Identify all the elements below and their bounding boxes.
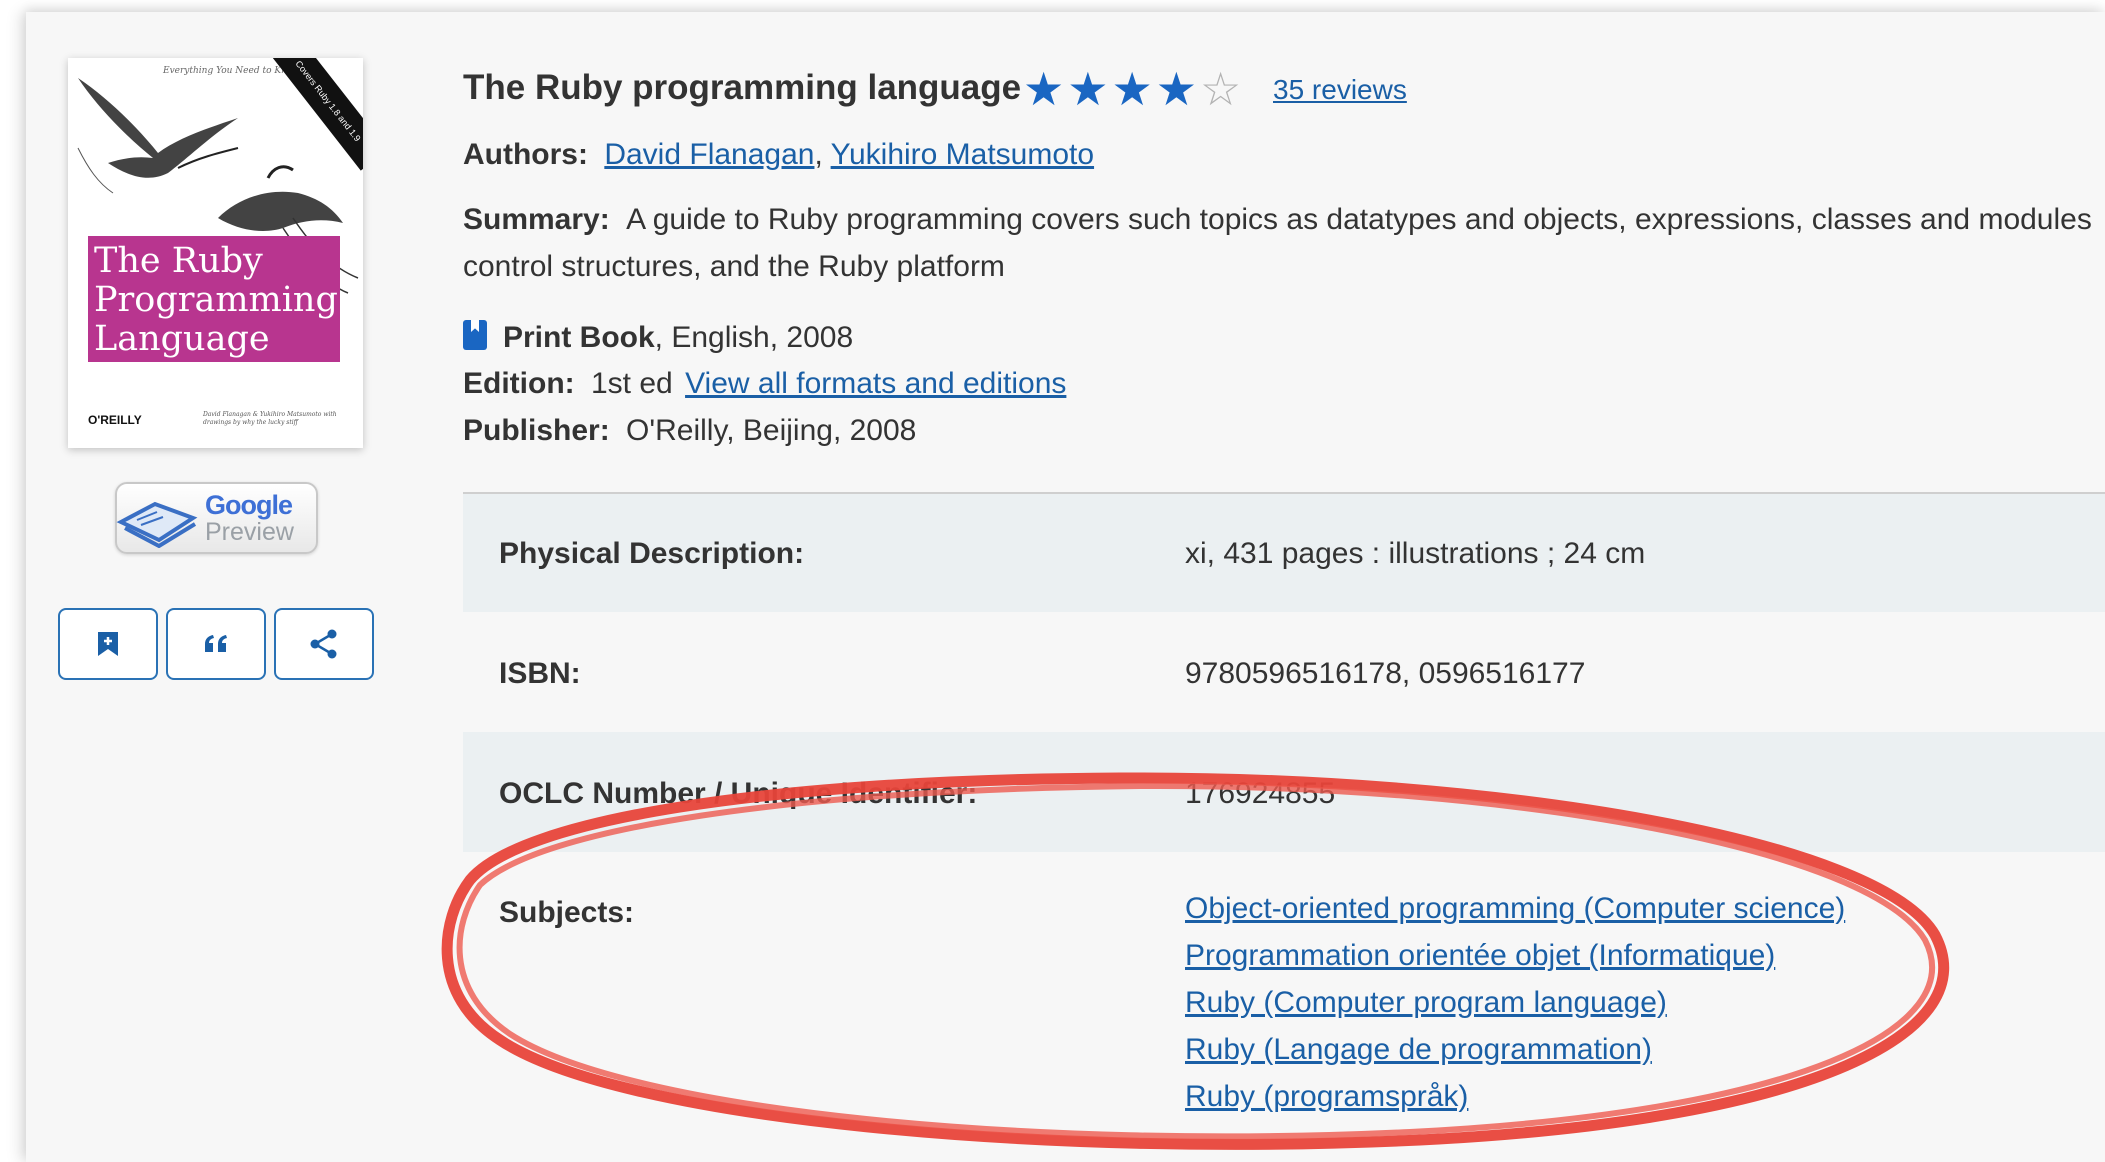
- book-title: The Ruby programming language: [463, 68, 1022, 107]
- cover-title-block: The Ruby Programming Language: [88, 236, 340, 362]
- share-button[interactable]: [274, 608, 374, 680]
- star-icon: ★: [1067, 63, 1112, 115]
- book-cover-image[interactable]: Everything You Need to Know Covers Ruby …: [68, 58, 363, 448]
- subject-link[interactable]: Ruby (programspråk): [1185, 1073, 1845, 1120]
- subject-link[interactable]: Programmation orientée objet (Informatiq…: [1185, 932, 1845, 979]
- subject-link[interactable]: Object-oriented programming (Computer sc…: [1185, 885, 1845, 932]
- publisher-label: Publisher:: [463, 414, 610, 447]
- isbn-label: ISBN:: [499, 657, 581, 690]
- reviews-link[interactable]: 35 reviews: [1273, 74, 1407, 106]
- publisher-value: O'Reilly, Beijing, 2008: [626, 414, 917, 447]
- oclc-label: OCLC Number / Unique Identifier:: [499, 777, 978, 810]
- star-icon: ★: [1111, 63, 1156, 115]
- subjects-row: Subjects: Object-oriented programming (C…: [463, 852, 2105, 1162]
- author-link[interactable]: Yukihiro Matsumoto: [831, 138, 1094, 171]
- physical-description-row: Physical Description: xi, 431 pages : il…: [463, 494, 2105, 612]
- star-empty-icon: ☆: [1200, 63, 1245, 115]
- star-rating: ★★★★☆: [1023, 64, 1244, 114]
- author-link[interactable]: David Flanagan: [604, 138, 814, 171]
- summary-line: Summary: A guide to Ruby programming cov…: [463, 203, 2092, 237]
- isbn-row: ISBN: 9780596516178, 0596516177: [463, 612, 2105, 732]
- subject-link[interactable]: Ruby (Computer program language): [1185, 979, 1845, 1026]
- save-button[interactable]: [58, 608, 158, 680]
- physical-description-label: Physical Description:: [499, 537, 805, 570]
- summary-label: Summary:: [463, 203, 610, 236]
- summary-text: A guide to Ruby programming covers such …: [626, 203, 2092, 236]
- isbn-value: 9780596516178, 0596516177: [1185, 657, 1586, 690]
- physical-description-value: xi, 431 pages : illustrations ; 24 cm: [1185, 537, 1646, 570]
- oclc-row: OCLC Number / Unique Identifier: 1769248…: [463, 732, 2105, 852]
- cite-button[interactable]: [166, 608, 266, 680]
- author-separator: ,: [814, 138, 823, 171]
- all-formats-link[interactable]: View all formats and editions: [685, 367, 1066, 400]
- publisher-line: Publisher: O'Reilly, Beijing, 2008: [463, 414, 916, 448]
- bookmark-plus-icon: [98, 632, 118, 656]
- cover-publisher: O'REILLY: [88, 413, 142, 427]
- google-preview-word2: Preview: [205, 518, 294, 546]
- quote-icon: [205, 635, 227, 652]
- star-icon: ★: [1023, 63, 1068, 115]
- authors-line: Authors: David Flanagan, Yukihiro Matsum…: [463, 138, 1094, 172]
- edition-line: Edition: 1st ed View all formats and edi…: [463, 367, 1066, 401]
- star-icon: ★: [1155, 63, 1200, 115]
- edition-value: 1st ed: [590, 367, 673, 400]
- open-book-icon: [116, 501, 198, 548]
- format-line: Print Book, English, 2008: [463, 320, 853, 355]
- cover-authors: David Flanagan & Yukihiro Matsumoto with…: [203, 411, 337, 426]
- google-preview-button[interactable]: Google Preview: [115, 482, 318, 554]
- authors-label: Authors:: [463, 138, 588, 171]
- format-name: Print Book: [503, 321, 655, 354]
- subjects-label: Subjects:: [499, 896, 635, 929]
- book-icon: [463, 320, 487, 350]
- cover-title: The Ruby Programming Language: [94, 241, 338, 359]
- summary-text-continued: control structures, and the Ruby platfor…: [463, 250, 1005, 283]
- share-icon: [310, 629, 337, 659]
- edition-label: Edition:: [463, 367, 575, 400]
- google-preview-word1: Google: [205, 490, 293, 520]
- subject-link[interactable]: Ruby (Langage de programmation): [1185, 1026, 1845, 1073]
- oclc-value: 176924855: [1185, 777, 1336, 810]
- format-details: , English, 2008: [654, 321, 854, 354]
- subjects-list: Object-oriented programming (Computer sc…: [1185, 885, 1845, 1120]
